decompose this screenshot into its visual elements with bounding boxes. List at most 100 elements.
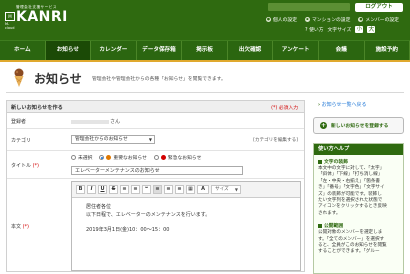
title-row: タイトル (*) 未選択 重要なお知らせ 緊急なお知らせ エレベーターメンテナン… <box>7 151 304 179</box>
importance-radios: 未選択 重要なお知らせ 緊急なお知らせ <box>71 154 201 161</box>
nav-notices[interactable]: お知らせ <box>45 41 92 60</box>
nav-survey[interactable]: アンケート <box>273 41 319 60</box>
plus-icon: + <box>320 122 327 129</box>
nav-data-box[interactable]: データ保存箱 <box>137 41 183 60</box>
help-section-title: 公開範囲 <box>324 224 344 230</box>
member-settings-label: メンバーの設定 <box>365 18 399 23</box>
user-icon: ● <box>266 17 271 22</box>
radio-circle <box>71 155 76 160</box>
font-size-select[interactable]: サイズ ▼ <box>211 185 241 194</box>
italic-button[interactable]: I <box>87 185 96 194</box>
body-line: 以下日程で、エレベーターのメンテナンスを行います。 <box>86 211 211 218</box>
chevron-down-icon: ▼ <box>234 187 238 192</box>
form-header: 新しいお知らせを作る (*) 必須入力 <box>7 101 304 113</box>
importance-urgent-radio[interactable]: 緊急なお知らせ <box>153 154 202 161</box>
members-icon: ● <box>358 17 364 22</box>
blockquote-button[interactable]: ❝ <box>142 185 151 194</box>
nav-meeting[interactable]: 会議 <box>319 41 365 60</box>
nav-underline <box>0 60 410 62</box>
ice-cream-icon <box>14 68 24 87</box>
register-notice-label: 新しいお知らせを登録する <box>331 124 389 129</box>
help-section-title: 文字の装飾 <box>324 160 348 165</box>
category-select[interactable]: 管理会社からのお知らせ ▼ <box>71 135 155 144</box>
radio-circle <box>153 155 159 160</box>
body-required-mark: (*) <box>22 224 30 230</box>
nav-home[interactable]: ホーム <box>0 41 46 60</box>
square-bullet-icon <box>318 159 322 164</box>
back-to-list-label: お知らせ一覧へ戻る <box>321 102 367 108</box>
body-label-text: 本文 <box>11 224 22 230</box>
help-panel: 使い方ヘルプ 文字の装飾 本文中の文字に対して、「太字」 「斜体」「下線」「打ち… <box>313 143 404 274</box>
bullet-list-button[interactable]: ≡ <box>120 185 129 194</box>
body-row: 本文 (*) B I U S ≡ ≡ ❝ ≡ ≡ ≡ ▦ A サイズ ▼ 居住者… <box>7 179 304 273</box>
rich-text-editor[interactable]: B I U S ≡ ≡ ❝ ≡ ≡ ≡ ▦ A サイズ ▼ 居住者各位 以下日程… <box>71 181 301 271</box>
nav-attendance[interactable]: 出欠確認 <box>228 41 274 60</box>
personal-settings-label: 個人の設定 <box>273 18 297 23</box>
body-label: 本文 (*) <box>11 223 29 230</box>
registrant-label: 登録者 <box>11 119 27 125</box>
nav-calendar[interactable]: カレンダー <box>91 41 137 60</box>
title-required-mark: (*) <box>32 163 40 169</box>
header-divider <box>6 92 404 93</box>
logout-button[interactable]: ログアウト <box>355 3 403 12</box>
account-name-area <box>268 3 350 11</box>
brand-mark: M <box>5 12 15 21</box>
strikethrough-button[interactable]: S <box>109 185 118 194</box>
register-notice-button[interactable]: + 新しいお知らせを登録する <box>313 117 404 134</box>
nav-facility-booking[interactable]: 施設予約 <box>365 41 410 60</box>
help-section-body: 公開対象のメンバーを選定しま す。「全てのメンバー」を選択す ると、全員がこのお… <box>318 230 399 256</box>
bold-button[interactable]: B <box>76 185 85 194</box>
table-button[interactable]: ▦ <box>186 185 195 194</box>
page-description: 管理会社や管理会社からの各種「お知らせ」を閲覧できます。 <box>92 77 226 82</box>
font-small-button[interactable]: 小 <box>355 26 364 33</box>
body-line: 2019年3月1日(金)10：00～15：00 <box>86 226 170 233</box>
nav-bulletin-board[interactable]: 掲示板 <box>182 41 228 60</box>
importance-none-label: 未選択 <box>78 156 93 161</box>
importance-important-radio[interactable]: 重要なお知らせ <box>99 154 147 161</box>
building-icon: ▪ <box>305 17 310 22</box>
building-settings-label: マンションの設定 <box>312 18 351 23</box>
registrant-value: さん <box>71 118 120 125</box>
font-size-placeholder: サイズ <box>215 187 229 192</box>
importance-none-radio[interactable]: 未選択 <box>71 154 92 161</box>
category-selected-value: 管理会社からのお知らせ <box>75 137 128 142</box>
help-link[interactable]: ? 使い方 <box>305 26 323 33</box>
font-size-label: 文字サイズ <box>327 28 352 33</box>
new-notice-form: 新しいお知らせを作る (*) 必須入力 登録者 さん カテゴリ 管理会社からのお… <box>6 100 305 272</box>
importance-urgent-label: 緊急なお知らせ <box>167 156 202 161</box>
registrant-row: 登録者 さん <box>7 113 304 129</box>
back-to-list-link[interactable]: › お知らせ一覧へ戻る <box>318 101 367 108</box>
required-note: (*) 必須入力 <box>271 106 298 111</box>
help-line: されます。 <box>318 210 341 216</box>
title-input[interactable]: エレベーターメンテナンスのお知らせ <box>71 166 243 175</box>
importance-important-label: 重要なお知らせ <box>113 156 147 161</box>
help-section-heading: 公開範囲 <box>318 222 399 229</box>
edit-category-link[interactable]: [カテゴリを編集する] <box>253 137 298 143</box>
editor-content[interactable]: 居住者各位 以下日程で、エレベーターのメンテナンスを行います。 2019年3月1… <box>86 204 210 234</box>
align-right-button[interactable]: ≡ <box>175 185 184 194</box>
category-label: カテゴリ <box>11 138 32 144</box>
font-large-button[interactable]: 大 <box>367 26 376 33</box>
help-section-heading: 文字の装飾 <box>318 158 399 165</box>
member-settings-link[interactable]: ● メンバーの設定 <box>358 16 399 23</box>
main-nav: ホーム お知らせ カレンダー データ保存箱 掲示板 出欠確認 アンケート 会議 … <box>0 40 410 60</box>
category-row: カテゴリ 管理会社からのお知らせ ▼ [カテゴリを編集する] <box>7 129 304 151</box>
help-line: することができます。「グルー <box>318 249 380 255</box>
help-panel-title: 使い方ヘルプ <box>314 144 403 155</box>
form-heading: 新しいお知らせを作る <box>11 105 63 111</box>
brand-name: KANRI <box>16 9 68 25</box>
urgent-dot-icon <box>160 155 166 160</box>
settings-links: ● 個人の設定 ▪ マンションの設定 ● メンバーの設定 <box>266 16 399 23</box>
align-left-button[interactable]: ≡ <box>153 185 162 194</box>
personal-settings-link[interactable]: ● 個人の設定 <box>266 16 297 23</box>
chevron-right-icon: › <box>318 102 321 108</box>
building-settings-link[interactable]: ▪ マンションの設定 <box>305 16 350 23</box>
numbered-list-button[interactable]: ≡ <box>131 185 140 194</box>
align-center-button[interactable]: ≡ <box>164 185 173 194</box>
text-color-button[interactable]: A <box>197 185 209 194</box>
body-line: 居住者各位 <box>86 204 112 210</box>
help-section-body: 本文中の文字に対して、「太字」 「斜体」「下線」「打ち消し線」 「左・中央・右揃… <box>318 166 399 217</box>
underline-button[interactable]: U <box>98 185 107 194</box>
brand-cloud: M-cloud <box>5 22 15 30</box>
title-label: タイトル (*) <box>11 162 39 169</box>
